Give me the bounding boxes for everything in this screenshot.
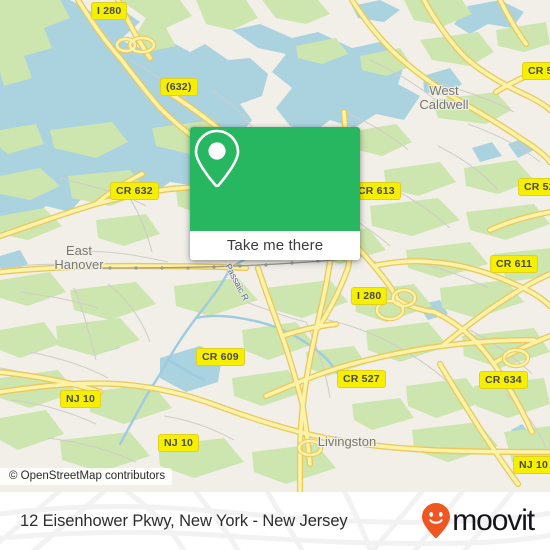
moovit-wordmark: moovit	[452, 504, 535, 537]
road-shield-nj10-west: NJ 10	[60, 390, 102, 408]
footer-bar: 12 Eisenhower Pkwy, New York - New Jerse…	[0, 492, 550, 550]
road-shield-cr527-south: CR 527	[337, 370, 386, 388]
moovit-location-card: East Hanover West Caldwell Livingston Pa…	[0, 0, 550, 550]
place-label-livingston: Livingston	[317, 434, 377, 449]
road-shield-nj10-east: NJ 10	[513, 456, 550, 474]
address-label: 12 Eisenhower Pkwy, New York - New Jerse…	[20, 511, 348, 530]
road-shield-cr632: CR 632	[110, 182, 159, 200]
road-shield-cr609: CR 609	[196, 348, 245, 366]
map-pin-icon	[194, 129, 240, 188]
moovit-logo[interactable]: moovit	[421, 492, 535, 550]
take-me-there-button[interactable]: Take me there	[190, 231, 360, 260]
road-shield-cr5xx: CR 5	[522, 62, 550, 80]
road-shield-i280-south: I 280	[351, 287, 388, 305]
moovit-smiling-pin-icon	[422, 503, 451, 539]
map-canvas[interactable]: East Hanover West Caldwell Livingston Pa…	[0, 0, 550, 492]
road-shield-i280-north: I 280	[91, 2, 128, 20]
take-me-there-label: Take me there	[226, 237, 324, 254]
location-popup-card[interactable]: Take me there	[190, 127, 360, 260]
place-label-west-caldwell: West Caldwell	[419, 83, 469, 112]
osm-attribution[interactable]: © OpenStreetMap contributors	[0, 468, 173, 485]
road-shield-cr527-north: CR 527	[518, 178, 550, 196]
place-label-east-hanover: East Hanover	[54, 243, 104, 272]
road-shield-nj10-mid: NJ 10	[158, 434, 200, 452]
road-shield-cr611: CR 611	[490, 255, 539, 273]
road-shield-cr634: CR 634	[479, 371, 528, 389]
road-shield-632: (632)	[160, 78, 198, 96]
popup-icon-area	[190, 127, 360, 231]
